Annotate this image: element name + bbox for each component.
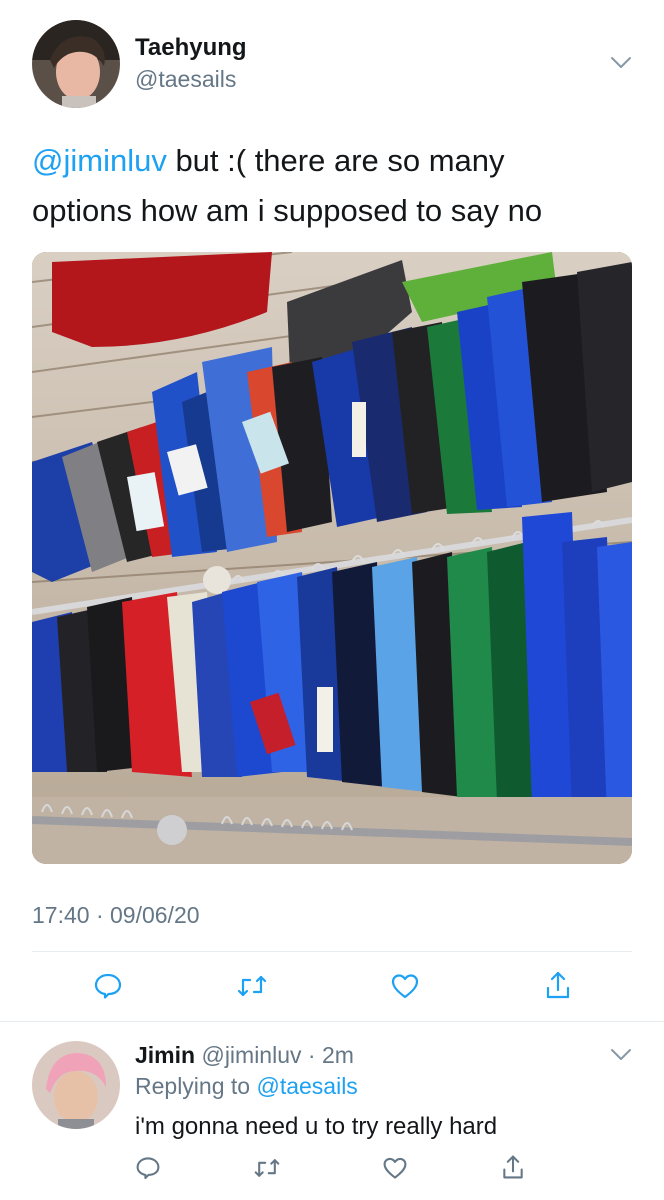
retweet-icon	[237, 975, 267, 997]
heart-icon	[383, 1157, 407, 1179]
like-button[interactable]	[387, 968, 423, 1004]
reply-author-handle[interactable]: @jiminluv	[201, 1042, 301, 1068]
reply-menu-chevron-down-icon[interactable]	[607, 1044, 635, 1064]
reply-time: · 2m	[307, 1042, 354, 1068]
retweet-icon	[254, 1159, 280, 1177]
tweet-timestamp[interactable]: 17:40 · 09/06/20	[32, 902, 200, 929]
reply-button[interactable]	[90, 968, 126, 1004]
reply-header: Jimin @jiminluv · 2m	[135, 1042, 354, 1069]
author-handle[interactable]: @taesails	[135, 66, 236, 93]
reply-author-avatar[interactable]	[32, 1041, 120, 1129]
comment-icon	[94, 973, 122, 999]
comment-icon	[136, 1157, 160, 1180]
reply-reply-button[interactable]	[130, 1150, 166, 1186]
replying-to-label: Replying to	[135, 1073, 251, 1099]
author-name[interactable]: Taehyung	[135, 34, 247, 62]
share-icon	[546, 971, 570, 999]
section-divider	[0, 1021, 664, 1022]
tweet-text: @jiminluv but :( there are so many optio…	[32, 136, 632, 236]
divider	[32, 951, 632, 952]
reply-share-button[interactable]	[495, 1149, 531, 1185]
tweet-photo[interactable]	[32, 252, 632, 864]
tweet-text-part: but :( there are so many	[166, 143, 505, 178]
share-icon	[503, 1155, 523, 1179]
tweet-text-line-2: options how am i supposed to say no	[32, 193, 543, 228]
author-avatar[interactable]	[32, 20, 120, 108]
reply-like-button[interactable]	[377, 1150, 413, 1186]
replying-to: Replying to @taesails	[135, 1073, 358, 1100]
mention-link[interactable]: @jiminluv	[32, 143, 167, 178]
reply-author-name[interactable]: Jimin	[135, 1042, 195, 1068]
share-button[interactable]	[540, 967, 576, 1003]
heart-icon	[391, 974, 419, 999]
replying-to-handle[interactable]: @taesails	[256, 1073, 357, 1099]
tweet-menu-chevron-down-icon[interactable]	[607, 52, 635, 72]
reply-retweet-button[interactable]	[249, 1150, 285, 1186]
tweet-text-line-1: @jiminluv but :( there are so many	[32, 136, 632, 186]
retweet-button[interactable]	[234, 968, 270, 1004]
reply-text: i'm gonna need u to try really hard	[135, 1113, 498, 1140]
